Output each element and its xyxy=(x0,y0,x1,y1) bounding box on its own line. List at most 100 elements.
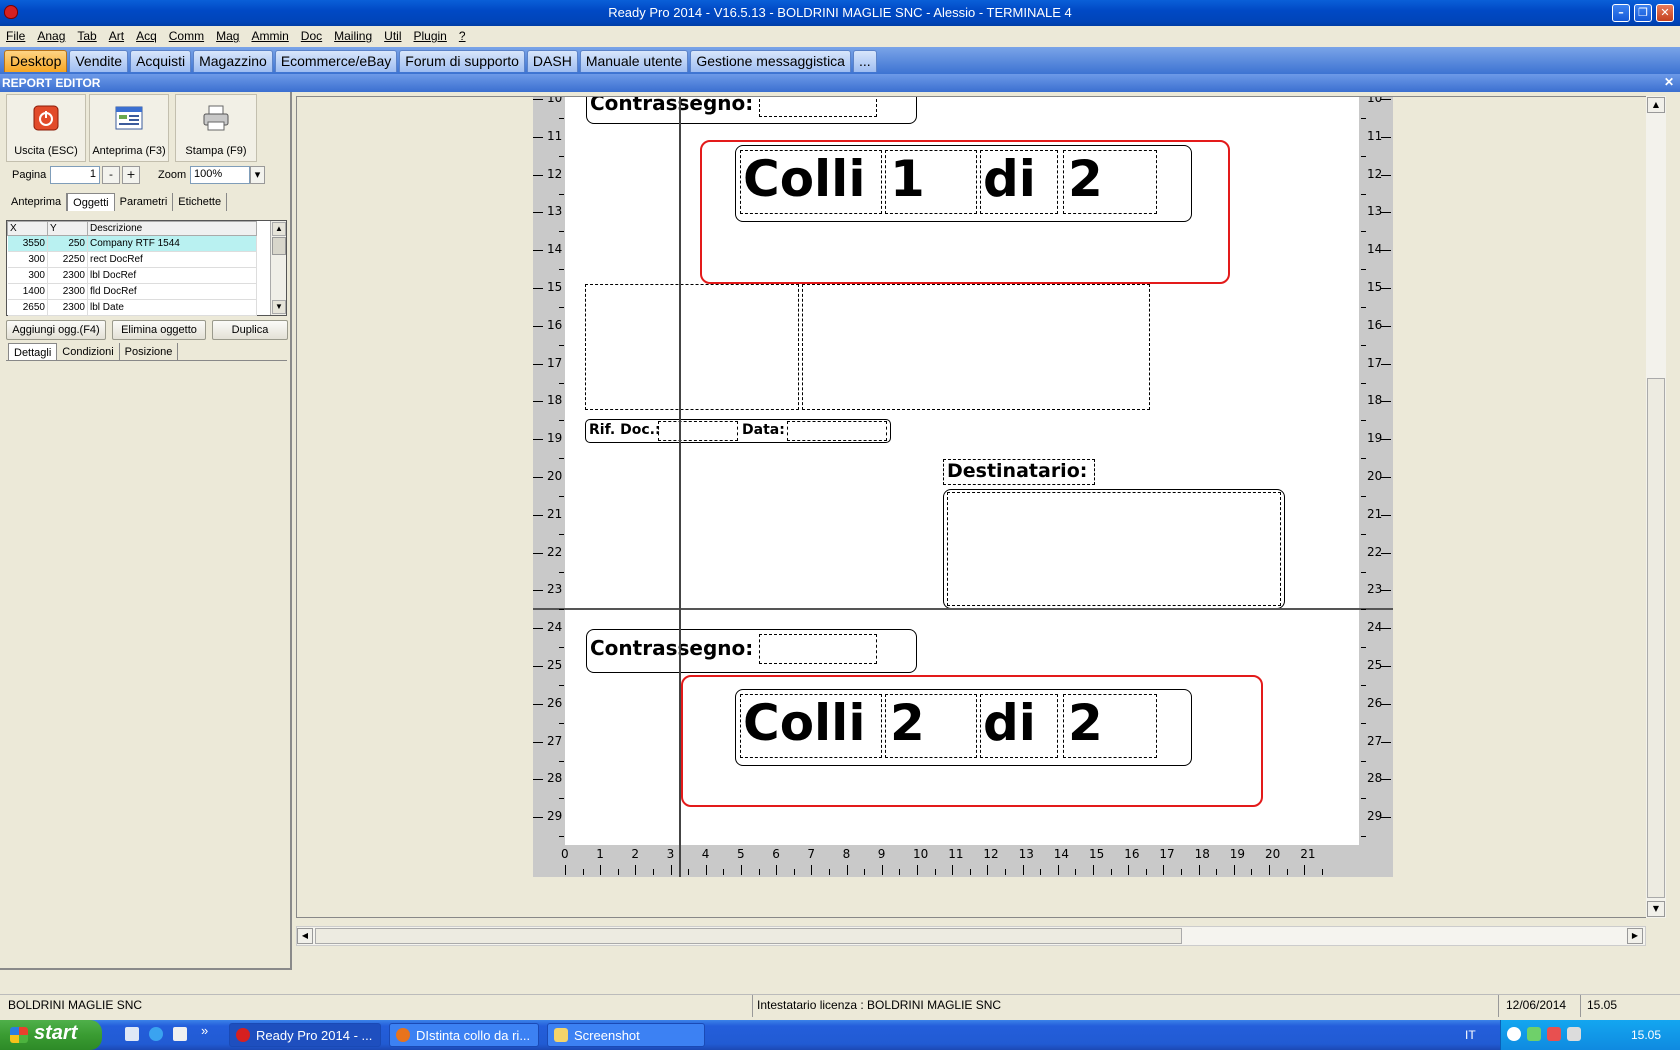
duplicate-button[interactable]: Duplica xyxy=(212,320,288,340)
preview-button[interactable]: Anteprima (F3) xyxy=(89,94,169,162)
start-button[interactable]: start xyxy=(0,1020,102,1050)
contrassegno-field-1[interactable] xyxy=(759,97,877,117)
table-row[interactable]: 300 2250 rect DocRef xyxy=(7,251,257,268)
desktop-icon[interactable] xyxy=(125,1027,139,1041)
col-y[interactable]: Y xyxy=(47,221,88,236)
outlook-icon[interactable] xyxy=(173,1027,187,1041)
exit-button[interactable]: Uscita (ESC) xyxy=(6,94,86,162)
tab-dettagli[interactable]: Dettagli xyxy=(8,343,58,361)
ie-icon[interactable] xyxy=(149,1027,163,1041)
menu-art[interactable]: Art xyxy=(109,26,130,46)
menu-acq[interactable]: Acq xyxy=(136,26,163,46)
contrassegno-field-2[interactable] xyxy=(759,634,877,664)
canvas-vertical-scrollbar[interactable]: ▲ ▼ xyxy=(1646,96,1666,918)
tab-forum[interactable]: Forum di supporto xyxy=(399,50,525,72)
contrassegno-label-1[interactable]: Contrassegno: xyxy=(590,97,753,115)
tab-condizioni[interactable]: Condizioni xyxy=(57,343,120,361)
scroll-down-icon[interactable]: ▼ xyxy=(272,300,286,314)
tab-acquisti[interactable]: Acquisti xyxy=(130,50,192,72)
grid-scrollbar[interactable]: ▲ ▼ xyxy=(270,221,286,315)
report-canvas[interactable]: Contrassegno: Colli 1 di 2 Rif. Doc.: Da… xyxy=(296,96,1650,918)
chevron-right-icon[interactable]: » xyxy=(201,1023,208,1038)
rif-doc-label[interactable]: Rif. Doc.: xyxy=(589,422,661,438)
menu-help[interactable]: ? xyxy=(459,26,472,46)
task-screenshot[interactable]: Screenshot xyxy=(547,1023,705,1047)
sender-box[interactable] xyxy=(585,284,799,410)
zoom-select[interactable]: 100% xyxy=(190,166,250,184)
tab-anteprima[interactable]: Anteprima xyxy=(6,193,68,211)
logo-box[interactable] xyxy=(802,284,1150,410)
rif-doc-field[interactable] xyxy=(658,421,738,441)
ruler-tick xyxy=(533,99,543,100)
tab-dash[interactable]: DASH xyxy=(526,50,578,72)
canvas-horizontal-scrollbar[interactable]: ◀ ▶ xyxy=(296,926,1646,946)
colli-di-1: di xyxy=(983,150,1036,208)
tab-messaggistica[interactable]: Gestione messaggistica xyxy=(690,50,851,72)
delete-object-button[interactable]: Elimina oggetto xyxy=(112,320,206,340)
report-page[interactable]: Contrassegno: Colli 1 di 2 Rif. Doc.: Da… xyxy=(565,97,1359,845)
tab-desktop[interactable]: Desktop xyxy=(4,50,68,72)
data-field[interactable] xyxy=(787,421,887,441)
ruler-minor-tick xyxy=(1181,869,1182,875)
page-plus-button[interactable]: + xyxy=(122,166,140,184)
horizontal-scroll-thumb[interactable] xyxy=(315,928,1182,944)
add-object-button[interactable]: Aggiungi ogg.(F4) xyxy=(6,320,106,340)
tab-magazzino[interactable]: Magazzino xyxy=(193,50,273,72)
close-editor-icon[interactable]: ✕ xyxy=(1664,75,1674,89)
clock[interactable]: 15.05 xyxy=(1631,1028,1661,1042)
close-button[interactable]: ✕ xyxy=(1656,4,1674,22)
table-row[interactable]: 2650 2300 lbl Date xyxy=(7,299,257,316)
menu-util[interactable]: Util xyxy=(384,26,407,46)
tab-more[interactable]: ... xyxy=(852,50,877,72)
volume-icon[interactable] xyxy=(1567,1027,1581,1041)
task-firefox[interactable]: DIstinta collo da ri... xyxy=(389,1023,539,1047)
destinatario-field[interactable] xyxy=(947,492,1281,606)
tab-posizione[interactable]: Posizione xyxy=(120,343,179,361)
menu-plugin[interactable]: Plugin xyxy=(414,26,453,46)
language-indicator[interactable]: IT xyxy=(1465,1028,1476,1042)
scroll-right-icon[interactable]: ▶ xyxy=(1627,928,1643,944)
menu-comm[interactable]: Comm xyxy=(169,26,210,46)
scroll-up-icon[interactable]: ▲ xyxy=(1647,97,1665,113)
vertical-scroll-thumb[interactable] xyxy=(1647,378,1665,898)
page-input[interactable]: 1 xyxy=(50,166,100,184)
tab-oggetti[interactable]: Oggetti xyxy=(67,193,115,211)
menu-tab[interactable]: Tab xyxy=(77,26,102,46)
table-row[interactable]: 1400 2300 fld DocRef xyxy=(7,283,257,300)
zoom-dropdown-icon[interactable]: ▾ xyxy=(250,166,265,184)
col-descrizione[interactable]: Descrizione xyxy=(87,221,257,236)
data-label[interactable]: Data: xyxy=(742,422,785,438)
page-minus-button[interactable]: - xyxy=(102,166,120,184)
destinatario-label[interactable]: Destinatario: xyxy=(947,460,1087,482)
col-x[interactable]: X xyxy=(7,221,48,236)
tab-vendite[interactable]: Vendite xyxy=(69,50,129,72)
grid-scroll-thumb[interactable] xyxy=(272,237,286,255)
scroll-down-icon[interactable]: ▼ xyxy=(1647,901,1665,917)
task-readypro[interactable]: Ready Pro 2014 - ... xyxy=(229,1023,381,1047)
ruler-bottom-label: 16 xyxy=(1124,847,1140,861)
menu-anag[interactable]: Anag xyxy=(37,26,71,46)
scroll-up-icon[interactable]: ▲ xyxy=(272,222,286,236)
tab-manuale[interactable]: Manuale utente xyxy=(579,50,689,72)
tab-parametri[interactable]: Parametri xyxy=(115,193,174,211)
network-icon[interactable] xyxy=(1507,1027,1521,1041)
menu-mag[interactable]: Mag xyxy=(216,26,245,46)
minimize-button[interactable]: – xyxy=(1612,4,1630,22)
tab-etichette[interactable]: Etichette xyxy=(173,193,228,211)
maximize-button[interactable]: ❐ xyxy=(1634,4,1652,22)
alert-icon[interactable] xyxy=(1547,1027,1561,1041)
print-button[interactable]: Stampa (F9) xyxy=(175,94,257,162)
ruler-bottom-label: 1 xyxy=(596,847,604,861)
contrassegno-label-2[interactable]: Contrassegno: xyxy=(590,636,753,660)
vertical-guide-line[interactable] xyxy=(679,97,681,877)
table-row[interactable]: 3550 250 Company RTF 1544 xyxy=(7,235,257,252)
security-icon[interactable] xyxy=(1527,1027,1541,1041)
menu-mailing[interactable]: Mailing xyxy=(334,26,378,46)
menu-ammin[interactable]: Ammin xyxy=(251,26,294,46)
scroll-left-icon[interactable]: ◀ xyxy=(297,928,313,944)
menu-file[interactable]: File xyxy=(6,26,31,46)
start-label: start xyxy=(34,1022,78,1044)
tab-ecommerce[interactable]: Ecommerce/eBay xyxy=(274,50,398,72)
table-row[interactable]: 300 2300 lbl DocRef xyxy=(7,267,257,284)
menu-doc[interactable]: Doc xyxy=(301,26,328,46)
